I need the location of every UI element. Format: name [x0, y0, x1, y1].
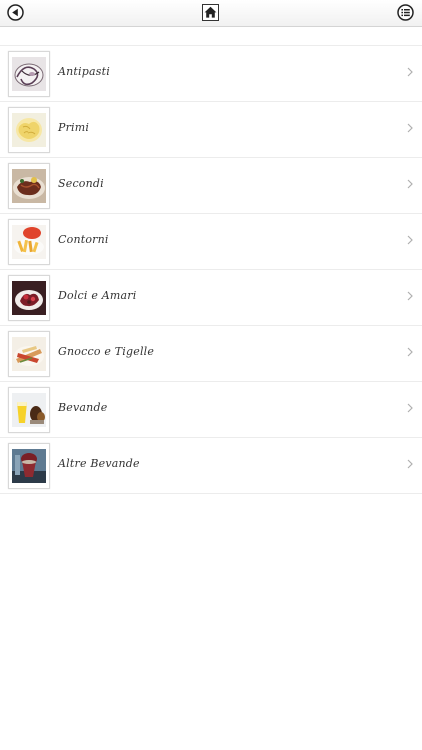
list-item-label: Contorni — [58, 233, 109, 246]
list-item-altre-bevande[interactable]: Altre Bevande — [0, 438, 422, 494]
list-item-gnocco-e-tigelle[interactable]: Gnocco e Tigelle — [0, 326, 422, 382]
chevron-right-icon — [407, 347, 413, 357]
secondi-photo-icon — [8, 163, 50, 209]
list-item-antipasti[interactable]: Antipasti — [0, 46, 422, 102]
chevron-right-icon — [407, 291, 413, 301]
chevron-right-icon — [407, 235, 413, 245]
header-bar — [0, 0, 422, 27]
list-item-label: Secondi — [58, 177, 104, 190]
list-item-label: Dolci e Amari — [58, 289, 137, 302]
list-menu-icon[interactable] — [397, 4, 414, 21]
chevron-right-icon — [407, 459, 413, 469]
bevande-photo-icon — [8, 387, 50, 433]
list-item-primi[interactable]: Primi — [0, 102, 422, 158]
contorni-photo-icon — [8, 219, 50, 265]
list-item-contorni[interactable]: Contorni — [0, 214, 422, 270]
chevron-right-icon — [407, 67, 413, 77]
list-item-label: Antipasti — [58, 65, 110, 78]
chevron-right-icon — [407, 403, 413, 413]
app-screen: Antipasti Primi Secondi Contorni Dolci e… — [0, 0, 422, 750]
list-item-secondi[interactable]: Secondi — [0, 158, 422, 214]
altre-bevande-photo-icon — [8, 443, 50, 489]
list-item-label: Primi — [58, 121, 90, 134]
chevron-right-icon — [407, 179, 413, 189]
primi-photo-icon — [8, 107, 50, 153]
gnocco-photo-icon — [8, 331, 50, 377]
dolci-photo-icon — [8, 275, 50, 321]
list-item-bevande[interactable]: Bevande — [0, 382, 422, 438]
chevron-right-icon — [407, 123, 413, 133]
list-item-label: Bevande — [58, 401, 108, 414]
menu-category-list: Antipasti Primi Secondi Contorni Dolci e… — [0, 46, 422, 494]
home-icon[interactable] — [202, 4, 219, 21]
header-spacer — [0, 27, 422, 46]
list-item-label: Altre Bevande — [58, 457, 140, 470]
list-item-dolci-e-amari[interactable]: Dolci e Amari — [0, 270, 422, 326]
back-arrow-icon[interactable] — [7, 4, 24, 21]
list-item-label: Gnocco e Tigelle — [58, 345, 155, 358]
antipasti-photo-icon — [8, 51, 50, 97]
